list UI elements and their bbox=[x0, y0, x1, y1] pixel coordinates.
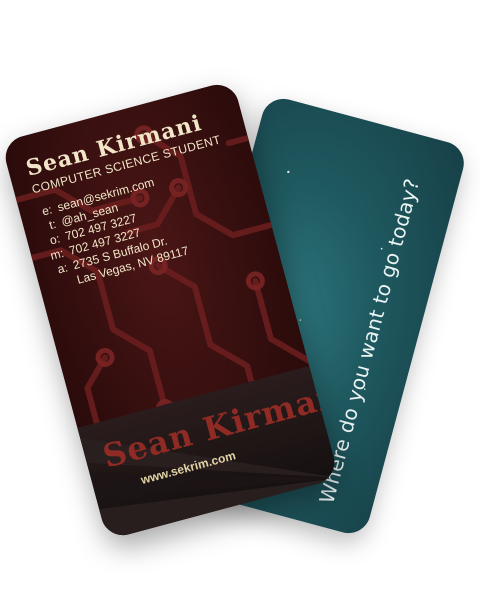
business-card-scene: Where do you want to go today? Sean Kirm… bbox=[0, 0, 480, 600]
